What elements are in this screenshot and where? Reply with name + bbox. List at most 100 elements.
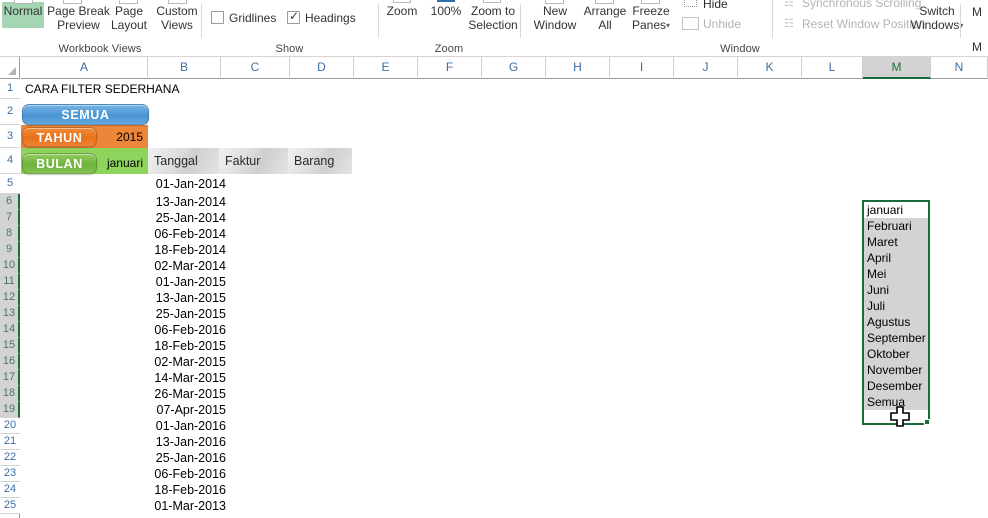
select-all-corner-button[interactable] (0, 57, 20, 79)
column-header-f[interactable]: F (418, 57, 482, 79)
zoom-button[interactable]: Zoom (381, 4, 423, 19)
row-header-4[interactable]: 4 (0, 148, 20, 174)
row-header-2[interactable]: 2 (0, 99, 20, 125)
row-header-23[interactable]: 23 (0, 466, 20, 482)
month-list-item-desember[interactable]: Desember (864, 378, 928, 394)
row-header-10[interactable]: 10 (0, 258, 20, 274)
zoom-100-button[interactable]: 100% (425, 4, 467, 19)
row-header-8[interactable]: 8 (0, 226, 20, 242)
cell-tanggal-row-19[interactable]: 07-Apr-2015 (148, 402, 227, 418)
custom-views-button[interactable]: Custom Views (152, 4, 202, 32)
month-list-selection-range[interactable]: januari Februari Maret April Mei Juni Juli Agus… (862, 200, 930, 425)
table-header-faktur[interactable]: Faktur (219, 148, 288, 174)
month-list-item-juli[interactable]: Juli (864, 298, 928, 314)
column-header-b[interactable]: B (148, 57, 221, 79)
headings-label[interactable]: Headings (305, 11, 356, 25)
month-list-item-juni[interactable]: Juni (864, 282, 928, 298)
cell-tanggal-row-13[interactable]: 25-Jan-2015 (148, 306, 226, 322)
row-header-13[interactable]: 13 (0, 306, 20, 322)
gridlines-label[interactable]: Gridlines (229, 11, 276, 25)
cell-tanggal-row-25[interactable]: 01-Mar-2013 (148, 498, 226, 514)
cell-tanggal-row-22[interactable]: 25-Jan-2016 (148, 450, 226, 466)
gridlines-checkbox[interactable] (211, 11, 224, 24)
column-header-d[interactable]: D (290, 57, 354, 79)
row-header-14[interactable]: 14 (0, 322, 20, 338)
table-header-barang[interactable]: Barang (288, 148, 352, 174)
column-header-e[interactable]: E (354, 57, 418, 79)
macros-button-bottom[interactable]: M (972, 40, 982, 54)
row-header-20[interactable]: 20 (0, 418, 20, 434)
row-header-22[interactable]: 22 (0, 450, 20, 466)
row-header-24[interactable]: 24 (0, 482, 20, 498)
worksheet-grid[interactable]: CARA FILTER SEDERHANA 2015 januari SEMUA… (21, 79, 988, 518)
zoom-to-selection-button[interactable]: Zoom to Selection (467, 4, 519, 32)
arrange-all-button[interactable]: Arrange All (579, 4, 631, 32)
cell-tanggal-row-7[interactable]: 25-Jan-2014 (148, 210, 226, 226)
column-header-l[interactable]: L (802, 57, 863, 79)
new-window-button[interactable]: New Window (529, 4, 581, 32)
row-header-11[interactable]: 11 (0, 274, 20, 290)
month-list-item-september[interactable]: September (864, 330, 928, 346)
cell-tanggal-row-6[interactable]: 13-Jan-2014 (148, 194, 226, 210)
tahun-button[interactable]: TAHUN (22, 127, 97, 147)
cell-tanggal-row-12[interactable]: 13-Jan-2015 (148, 290, 226, 306)
month-list-item-april[interactable]: April (864, 250, 928, 266)
row-header-6[interactable]: 6 (0, 194, 20, 210)
row-header-17[interactable]: 17 (0, 370, 20, 386)
normal-view-button[interactable]: Normal (2, 4, 44, 19)
cell-tanggal-row-14[interactable]: 06-Feb-2016 (148, 322, 226, 338)
page-layout-button[interactable]: Page Layout (107, 4, 151, 32)
cell-tanggal-row-23[interactable]: 06-Feb-2016 (148, 466, 226, 482)
month-list-item-agustus[interactable]: Agustus (864, 314, 928, 330)
freeze-panes-chevron-down-icon[interactable]: ▾ (666, 21, 670, 30)
cell-tanggal-row-20[interactable]: 01-Jan-2016 (148, 418, 226, 434)
page-break-preview-button[interactable]: Page Break Preview (46, 4, 111, 32)
bulan-button[interactable]: BULAN (22, 153, 97, 174)
month-list-item-maret[interactable]: Maret (864, 234, 928, 250)
selection-fill-handle[interactable] (924, 419, 930, 425)
column-header-g[interactable]: G (482, 57, 546, 79)
cell-a1-title[interactable]: CARA FILTER SEDERHANA (25, 81, 179, 97)
cell-tanggal-row-17[interactable]: 14-Mar-2015 (148, 370, 226, 386)
row-header-7[interactable]: 7 (0, 210, 20, 226)
row-header-18[interactable]: 18 (0, 386, 20, 402)
row-header-9[interactable]: 9 (0, 242, 20, 258)
month-list-item-januari[interactable]: januari (864, 202, 928, 218)
month-list-item-november[interactable]: November (864, 362, 928, 378)
hide-button[interactable]: Hide (703, 0, 728, 11)
row-header-12[interactable]: 12 (0, 290, 20, 306)
row-header-5[interactable]: 5 (0, 174, 20, 194)
column-header-a[interactable]: A (21, 57, 148, 79)
row-header-19[interactable]: 19 (0, 402, 20, 418)
row-header-3[interactable]: 3 (0, 125, 20, 148)
macros-button-top[interactable]: M (972, 5, 982, 19)
cell-tanggal-row-18[interactable]: 26-Mar-2015 (148, 386, 226, 402)
column-header-k[interactable]: K (738, 57, 802, 79)
row-header-25[interactable]: 25 (0, 498, 20, 514)
cell-tanggal-row-15[interactable]: 18-Feb-2015 (148, 338, 226, 354)
semua-button[interactable]: SEMUA (22, 104, 149, 125)
cell-tanggal-row-9[interactable]: 18-Feb-2014 (148, 242, 226, 258)
headings-checkbox[interactable] (287, 9, 300, 24)
column-header-m[interactable]: M (863, 57, 931, 79)
freeze-panes-button[interactable]: Freeze Panes▾ (627, 4, 675, 32)
row-header-15[interactable]: 15 (0, 338, 20, 354)
cell-tanggal-row-8[interactable]: 06-Feb-2014 (148, 226, 226, 242)
month-list-item-oktober[interactable]: Oktober (864, 346, 928, 362)
column-header-j[interactable]: J (674, 57, 738, 79)
column-header-c[interactable]: C (221, 57, 290, 79)
row-header-1[interactable]: 1 (0, 79, 20, 99)
cell-tanggal-row-5[interactable]: 01-Jan-2014 (148, 176, 226, 192)
cell-tanggal-row-10[interactable]: 02-Mar-2014 (148, 258, 226, 274)
table-header-tanggal[interactable]: Tanggal (148, 148, 219, 174)
column-header-h[interactable]: H (546, 57, 610, 79)
cell-tanggal-row-21[interactable]: 13-Jan-2016 (148, 434, 226, 450)
cell-tanggal-row-24[interactable]: 18-Feb-2016 (148, 482, 226, 498)
cell-tanggal-row-11[interactable]: 01-Jan-2015 (148, 274, 226, 290)
cell-tanggal-row-16[interactable]: 02-Mar-2015 (148, 354, 226, 370)
row-header-16[interactable]: 16 (0, 354, 20, 370)
month-list-item-mei[interactable]: Mei (864, 266, 928, 282)
column-header-n[interactable]: N (931, 57, 988, 79)
column-header-i[interactable]: I (610, 57, 674, 79)
row-header-21[interactable]: 21 (0, 434, 20, 450)
